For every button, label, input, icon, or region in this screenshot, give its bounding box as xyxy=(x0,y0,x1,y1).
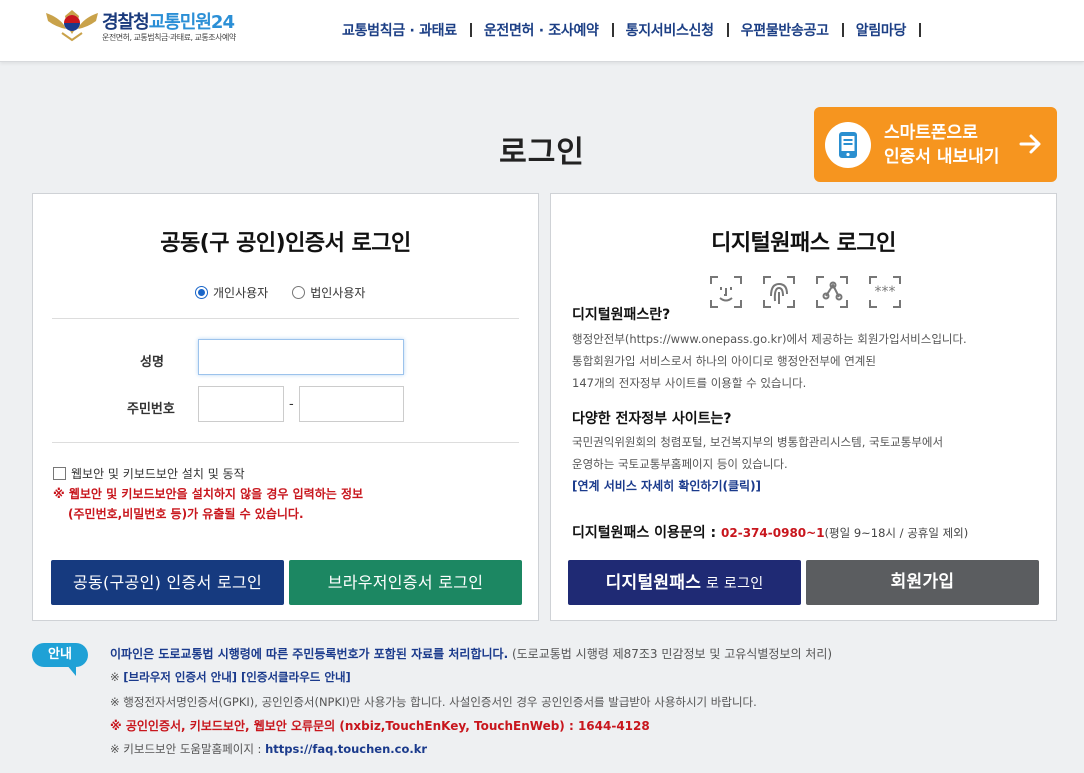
radio-personal[interactable]: 개인사용자 xyxy=(195,284,268,301)
security-warning-line2: (주민번호,비밀번호 등)가 유출될 수 있습니다. xyxy=(68,507,304,521)
browser-cert-guide-link[interactable]: [브라우저 인증서 안내] xyxy=(123,670,237,684)
onepass-btn-main: 디지털원패스 xyxy=(605,573,702,593)
name-label: 성명 xyxy=(140,355,164,370)
radio-corporate[interactable]: 법인사용자 xyxy=(292,284,365,301)
security-warning-line1: ※ 웹보안 및 키보드보안을 설치하지 않을 경우 입력하는 정보 xyxy=(53,487,364,501)
pattern-icon xyxy=(816,276,848,308)
onepass-desc-2: 통합회원가입 서비스로서 하나의 아이디로 행정안전부에 연계된 xyxy=(572,354,876,368)
notice-line-1-main: 이파인은 도로교통법 시행령에 따른 주민등록번호가 포함된 자료를 처리합니다… xyxy=(110,647,509,661)
touchen-faq-link[interactable]: https://faq.touchen.co.kr xyxy=(265,742,427,756)
smartphone-export-button[interactable]: 스마트폰으로 인증서 내보내기 xyxy=(814,107,1057,182)
egov-sites-desc-1: 국민권익위원회의 청렴포털, 보건복지부의 병통합관리시스템, 국토교통부에서 xyxy=(572,435,944,449)
linked-services-link[interactable]: [연계 서비스 자세히 확인하기(클릭)] xyxy=(572,477,761,494)
notice-badge: 안내 xyxy=(32,643,88,676)
security-checkbox-label: 웹보안 및 키보드보안 설치 및 동작 xyxy=(71,467,245,481)
onepass-login-title: 디지털원패스 로그인 xyxy=(711,231,896,256)
notice-line-3: ※ 행정전자서명인증서(GPKI), 공인인증서(NPKI)만 사용가능 합니다… xyxy=(110,695,757,709)
pin-code-icon: *** xyxy=(869,276,901,308)
browser-cert-login-button[interactable]: 브라우저인증서 로그인 xyxy=(289,560,522,605)
site-logo[interactable]: 경찰청교통민원24 운전면허, 교통범칙금·과태료, 교통조사예약 xyxy=(44,7,274,47)
police-emblem-icon xyxy=(46,10,98,42)
onepass-login-button[interactable]: 디지털원패스 로 로그인 xyxy=(568,560,801,605)
nav-returned-mail[interactable]: 우편물반송공고 xyxy=(729,20,844,40)
user-type-radio-group: 개인사용자 법인사용자 xyxy=(195,284,389,301)
egov-sites-desc-2: 운영하는 국토교통부홈페이지 등이 있습니다. xyxy=(572,457,788,471)
notice-line-5-prefix: ※ 키보드보안 도움말홈페이지 : xyxy=(110,742,266,756)
contact-phone: 02-374-0980~1 xyxy=(721,526,825,540)
brand-description: 운전면허, 교통범칙금·과태료, 교통조사예약 xyxy=(102,33,236,42)
notice-line-1: 이파인은 도로교통법 시행령에 따른 주민등록번호가 포함된 자료를 처리합니다… xyxy=(110,645,832,662)
radio-personal-label: 개인사용자 xyxy=(213,286,269,300)
security-checkbox[interactable]: 웹보안 및 키보드보안 설치 및 동작 xyxy=(53,465,245,482)
onepass-contact: 디지털원패스 이용문의 : 02-374-0980~1(평일 9~18시 / 공… xyxy=(572,522,968,542)
rrn-back-input[interactable] xyxy=(299,386,404,422)
divider xyxy=(52,442,519,443)
main-nav: 교통범칙금 · 과태료 운전면허 · 조사예약 통지서비스신청 우편물반송공고 … xyxy=(330,19,922,41)
notice-badge-label: 안내 xyxy=(32,643,88,667)
smart-btn-line1: 스마트폰으로 xyxy=(884,123,978,143)
name-input[interactable] xyxy=(198,339,404,375)
cert-cloud-guide-link[interactable]: [인증서클라우드 안내] xyxy=(237,670,351,684)
notice-line-1-sub: (도로교통법 시행령 제87조3 민감정보 및 고유식별정보의 처리) xyxy=(508,647,833,661)
cert-login-title: 공동(구 공인)인증서 로그인 xyxy=(160,231,411,256)
divider xyxy=(52,318,519,319)
nav-fines[interactable]: 교통범칙금 · 과태료 xyxy=(330,20,472,40)
nav-license[interactable]: 운전면허 · 조사예약 xyxy=(472,20,614,40)
radio-selected-icon xyxy=(195,286,208,299)
onepass-btn-sub: 로 로그인 xyxy=(701,576,764,592)
checkbox-icon xyxy=(53,467,66,480)
onepass-login-panel: 디지털원패스 로그인 *** 디지털원패스란? 행정안전부(https://ww… xyxy=(550,193,1057,621)
smart-btn-line2: 인증서 내보내기 xyxy=(884,147,1000,167)
arrow-right-icon xyxy=(1019,134,1041,154)
join-button[interactable]: 회원가입 xyxy=(806,560,1039,605)
contact-label: 디지털원패스 이용문의 : xyxy=(572,525,722,541)
face-recognition-icon xyxy=(710,276,742,308)
notice-line-2: ※ [브라우저 인증서 안내] [인증서클라우드 안내] xyxy=(110,669,351,685)
onepass-desc-3: 147개의 전자정부 사이트를 이용할 수 있습니다. xyxy=(572,376,807,390)
rrn-label: 주민번호 xyxy=(127,402,175,417)
contact-hours: (평일 9~18시 / 공휴일 제외) xyxy=(824,526,969,540)
nav-notice-service[interactable]: 통지서비스신청 xyxy=(614,20,729,40)
cert-login-panel: 공동(구 공인)인증서 로그인 개인사용자 법인사용자 성명 주민번호 - 웹보… xyxy=(32,193,539,621)
notice-line-4: ※ 공인인증서, 키보드보안, 웹보안 오류문의 (nxbiz,TouchEnK… xyxy=(110,719,650,733)
radio-corporate-label: 법인사용자 xyxy=(310,286,366,300)
nav-announcements[interactable]: 알림마당 xyxy=(844,20,922,40)
brand-main: 경찰청 xyxy=(102,12,150,33)
svg-text:***: *** xyxy=(875,284,896,300)
rrn-dash: - xyxy=(289,397,294,412)
smartphone-icon xyxy=(839,132,857,158)
site-header: 경찰청교통민원24 운전면허, 교통범칙금·과태료, 교통조사예약 교통범칙금 … xyxy=(0,0,1084,62)
onepass-desc-1: 행정안전부(https://www.onepass.go.kr)에서 제공하는 … xyxy=(572,332,967,346)
notice-line-5: ※ 키보드보안 도움말홈페이지 : https://faq.touchen.co… xyxy=(110,741,427,757)
radio-unselected-icon xyxy=(292,286,306,299)
notice-line-2-prefix: ※ xyxy=(110,670,124,684)
auth-methods-icons: *** xyxy=(708,274,920,310)
cert-login-button[interactable]: 공동(구공인) 인증서 로그인 xyxy=(51,560,284,605)
egov-sites-heading: 다양한 전자정부 사이트는? xyxy=(572,411,732,427)
rrn-front-input[interactable] xyxy=(198,386,284,422)
fingerprint-icon xyxy=(763,276,795,308)
brand-sub: 교통민원24 xyxy=(148,12,235,33)
onepass-what-heading: 디지털원패스란? xyxy=(572,307,671,323)
